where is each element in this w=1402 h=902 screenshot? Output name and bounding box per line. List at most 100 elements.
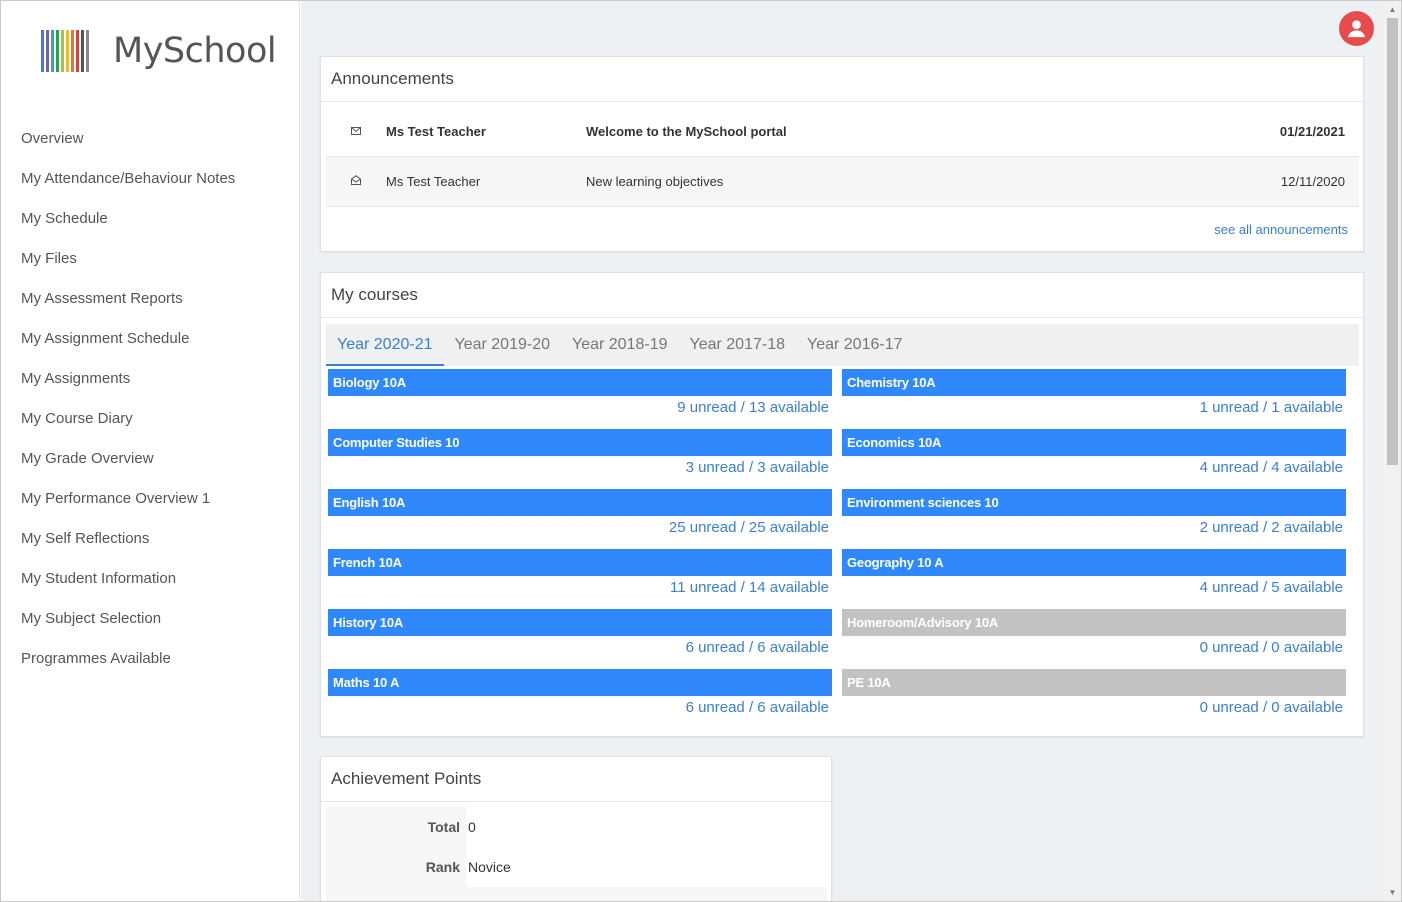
my-courses-title: My courses — [321, 273, 1363, 318]
course-name-button[interactable]: Maths 10 A — [328, 669, 832, 696]
achievement-total-label: Total — [326, 807, 466, 847]
announcement-sender: Ms Test Teacher — [386, 124, 486, 139]
year-tabs: Year 2020-21 Year 2019-20 Year 2018-19 Y… — [326, 324, 1359, 366]
announcement-sender: Ms Test Teacher — [386, 174, 481, 189]
logo-bar — [51, 30, 54, 72]
achievement-rank-value: Novice — [468, 859, 511, 875]
sidebar-item-student-information[interactable]: My Student Information — [1, 559, 300, 599]
sidebar-item-grade-overview[interactable]: My Grade Overview — [1, 439, 300, 479]
course-tile: PE 10A 0 unread / 0 available — [842, 669, 1346, 729]
course-tile: Environment sciences 10 2 unread / 2 ava… — [842, 489, 1346, 549]
course-name-button[interactable]: English 10A — [328, 489, 832, 516]
achievement-rank-row: Rank Novice — [326, 847, 827, 887]
see-all-announcements-link[interactable]: see all announcements — [1214, 222, 1348, 237]
course-name-button[interactable]: Geography 10 A — [842, 549, 1346, 576]
course-stats-link[interactable]: 6 unread / 6 available — [328, 636, 832, 660]
achievement-total-value: 0 — [468, 819, 476, 835]
scroll-down-arrow-icon[interactable]: ▼ — [1384, 884, 1401, 901]
course-stats-link[interactable]: 3 unread / 3 available — [328, 456, 832, 480]
sidebar-item-programmes-available[interactable]: Programmes Available — [1, 639, 300, 679]
tab-year-2019-20[interactable]: Year 2019-20 — [444, 324, 562, 366]
achievement-total-row: Total 0 — [326, 807, 827, 847]
logo-bar — [56, 30, 59, 72]
tab-year-2016-17[interactable]: Year 2016-17 — [796, 324, 914, 366]
sidebar-item-schedule[interactable]: My Schedule — [1, 199, 300, 239]
sidebar-item-subject-selection[interactable]: My Subject Selection — [1, 599, 300, 639]
course-tile: Chemistry 10A 1 unread / 1 available — [842, 369, 1346, 429]
announcements-card: Announcements Ms Test Teacher Welcome to… — [320, 56, 1364, 252]
course-stats-link[interactable]: 2 unread / 2 available — [842, 516, 1346, 540]
logo-bar — [66, 30, 69, 72]
announcement-date: 12/11/2020 — [1280, 174, 1345, 189]
course-stats-link[interactable]: 6 unread / 6 available — [328, 696, 832, 720]
course-tile: History 10A 6 unread / 6 available — [328, 609, 832, 669]
announcement-subject: Welcome to the MySchool portal — [586, 124, 787, 139]
course-stats-link[interactable]: 0 unread / 0 available — [842, 696, 1346, 720]
course-tile: English 10A 25 unread / 25 available — [328, 489, 832, 549]
course-tile: Economics 10A 4 unread / 4 available — [842, 429, 1346, 489]
sidebar-nav: Overview My Attendance/Behaviour Notes M… — [1, 119, 300, 679]
course-stats-link[interactable]: 1 unread / 1 available — [842, 396, 1346, 420]
announcement-row[interactable]: Ms Test Teacher Welcome to the MySchool … — [326, 107, 1359, 157]
logo-bar — [71, 30, 74, 72]
course-tile: French 10A 11 unread / 14 available — [328, 549, 832, 609]
achievement-points-card: Achievement Points Total 0 Rank Novice — [320, 756, 832, 901]
achievement-rank-label: Rank — [326, 847, 466, 887]
tab-year-2020-21[interactable]: Year 2020-21 — [326, 324, 444, 366]
logo-bar — [76, 30, 79, 72]
course-name-button[interactable]: Homeroom/Advisory 10A — [842, 609, 1346, 636]
sidebar: MySchool Overview My Attendance/Behaviou… — [1, 1, 300, 901]
sidebar-item-files[interactable]: My Files — [1, 239, 300, 279]
sidebar-item-self-reflections[interactable]: My Self Reflections — [1, 519, 300, 559]
logo-text: MySchool — [113, 31, 277, 71]
sidebar-item-attendance-behaviour-notes[interactable]: My Attendance/Behaviour Notes — [1, 159, 300, 199]
course-tile: Computer Studies 10 3 unread / 3 availab… — [328, 429, 832, 489]
myschool-logo[interactable]: MySchool — [41, 29, 277, 73]
sidebar-item-assessment-reports[interactable]: My Assessment Reports — [1, 279, 300, 319]
tab-year-2017-18[interactable]: Year 2017-18 — [679, 324, 797, 366]
logo-bar — [81, 30, 84, 72]
main-content: Announcements Ms Test Teacher Welcome to… — [301, 1, 1384, 901]
sidebar-item-assignments[interactable]: My Assignments — [1, 359, 300, 399]
course-stats-link[interactable]: 0 unread / 0 available — [842, 636, 1346, 660]
user-avatar-icon[interactable] — [1339, 11, 1374, 46]
logo-bar — [41, 30, 44, 72]
course-name-button[interactable]: Computer Studies 10 — [328, 429, 832, 456]
course-stats-link[interactable]: 9 unread / 13 available — [328, 396, 832, 420]
announcement-row[interactable]: Ms Test Teacher New learning objectives … — [326, 157, 1359, 207]
tab-year-2018-19[interactable]: Year 2018-19 — [561, 324, 679, 366]
announcement-subject: New learning objectives — [586, 174, 724, 189]
course-tile: Geography 10 A 4 unread / 5 available — [842, 549, 1346, 609]
course-name-button[interactable]: History 10A — [328, 609, 832, 636]
course-name-button[interactable]: French 10A — [328, 549, 832, 576]
course-tile: Homeroom/Advisory 10A 0 unread / 0 avail… — [842, 609, 1346, 669]
logo-bar — [46, 30, 49, 72]
sidebar-item-assignment-schedule[interactable]: My Assignment Schedule — [1, 319, 300, 359]
logo-bar — [61, 30, 64, 72]
course-tile: Biology 10A 9 unread / 13 available — [328, 369, 832, 429]
scroll-up-arrow-icon[interactable]: ▲ — [1384, 1, 1401, 18]
envelope-open-icon — [326, 175, 386, 188]
achievement-points-title: Achievement Points — [321, 757, 831, 802]
course-stats-link[interactable]: 4 unread / 4 available — [842, 456, 1346, 480]
course-tile: Maths 10 A 6 unread / 6 available — [328, 669, 832, 729]
scrollbar-thumb[interactable] — [1387, 18, 1398, 465]
course-name-button[interactable]: Chemistry 10A — [842, 369, 1346, 396]
vertical-scrollbar[interactable]: ▲ ▼ — [1384, 1, 1401, 901]
my-courses-card: My courses Year 2020-21 Year 2019-20 Yea… — [320, 272, 1364, 737]
envelope-closed-icon — [326, 126, 386, 138]
logo-bar — [86, 30, 89, 72]
course-stats-link[interactable]: 11 unread / 14 available — [328, 576, 832, 600]
course-stats-link[interactable]: 4 unread / 5 available — [842, 576, 1346, 600]
achievement-extra-row — [326, 887, 827, 901]
course-name-button[interactable]: Economics 10A — [842, 429, 1346, 456]
course-name-button[interactable]: Environment sciences 10 — [842, 489, 1346, 516]
course-name-button[interactable]: PE 10A — [842, 669, 1346, 696]
announcement-date: 01/21/2021 — [1279, 124, 1345, 139]
sidebar-item-course-diary[interactable]: My Course Diary — [1, 399, 300, 439]
course-stats-link[interactable]: 25 unread / 25 available — [328, 516, 832, 540]
sidebar-item-overview[interactable]: Overview — [1, 119, 300, 159]
course-name-button[interactable]: Biology 10A — [328, 369, 832, 396]
logo-bars-icon — [41, 30, 91, 72]
sidebar-item-performance-overview[interactable]: My Performance Overview 1 — [1, 479, 300, 519]
